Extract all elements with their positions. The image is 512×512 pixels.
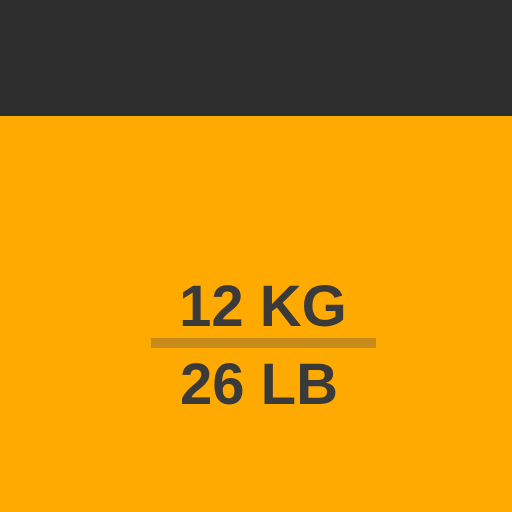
pound-value: 26 LB <box>180 352 338 417</box>
weight-display-screen: 12 KG 26 LB <box>0 0 512 512</box>
kilogram-value: 12 KG <box>179 274 347 339</box>
top-bar <box>0 0 512 116</box>
unit-divider <box>151 338 376 348</box>
